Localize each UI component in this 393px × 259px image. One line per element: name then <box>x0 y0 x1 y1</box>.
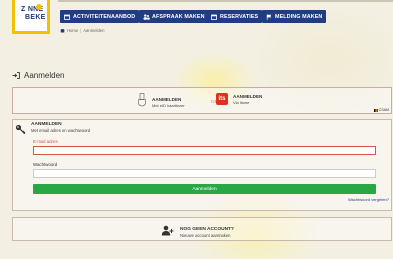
nav-activiteitenaanbod[interactable]: ACTIVITEITENAANBOD <box>60 10 140 23</box>
nav-label: AFSPRAAK MAKEN <box>152 13 205 20</box>
federal-login-panel: AANMELDEN Met eID kaartlezer OF its AANM… <box>12 87 392 114</box>
itsme-subtitle: Via itsme <box>233 99 250 105</box>
register-content: NOG GEEN ACCOUNT? Nieuwe account aanmake… <box>161 223 234 241</box>
page-title: Aanmelden <box>12 71 64 80</box>
header-divider <box>58 0 393 2</box>
eid-subtitle: Met eID kaartlezer <box>152 103 185 108</box>
register-subtitle: Nieuwe account aanmaken <box>180 232 231 238</box>
calendar-icon <box>211 14 217 20</box>
flag-icon <box>266 14 272 20</box>
add-user-icon <box>161 223 174 241</box>
card-reader-icon <box>137 93 147 112</box>
key-icon <box>15 122 26 140</box>
logo-text-line2: BEKE <box>25 14 46 21</box>
breadcrumb-separator: | <box>80 28 82 33</box>
nav-reservaties[interactable]: RESERVATIES <box>207 10 263 23</box>
eid-login-option[interactable]: AANMELDEN Met eID kaartlezer <box>137 93 185 112</box>
itsme-title: AANMELDEN <box>233 93 263 99</box>
itsme-login-option[interactable]: its AANMELDEN Via itsme <box>216 93 262 105</box>
password-field[interactable] <box>33 169 376 178</box>
account-login-subtitle: Met email adres en wachtwoord <box>31 128 91 133</box>
register-panel[interactable]: NOG GEEN ACCOUNT? Nieuwe account aanmake… <box>12 217 392 241</box>
language-selector[interactable]: CSAM <box>373 108 389 112</box>
logo[interactable]: Z NNE BEKE <box>12 0 50 34</box>
language-label: CSAM <box>378 108 389 112</box>
breadcrumb-home[interactable]: Home <box>67 28 78 33</box>
nav-afspraak-maken[interactable]: AFSPRAAK MAKEN <box>139 10 209 23</box>
email-label: E-mail adres <box>33 139 58 144</box>
email-field[interactable] <box>33 146 376 155</box>
account-login-title: AANMELDEN <box>31 122 62 127</box>
flag-icon <box>373 108 378 112</box>
sign-in-icon <box>12 72 20 79</box>
header: Z NNE BEKE ACTIVITEITENAANBOD AFSPRAAK M… <box>0 0 393 40</box>
login-button[interactable]: Aanmelden <box>33 184 376 194</box>
nav-label: ACTIVITEITENAANBOD <box>73 13 136 20</box>
account-login-panel: AANMELDEN Met email adres en wachtwoord … <box>12 119 392 211</box>
breadcrumb: Home | Aanmelden <box>60 26 104 35</box>
nav-label: RESERVATIES <box>220 13 259 20</box>
account-login-header: AANMELDEN Met email adres en wachtwoord <box>15 122 90 140</box>
nav-label: MELDING MAKEN <box>275 13 323 20</box>
sun-icon <box>36 4 42 10</box>
nav-melding-maken[interactable]: MELDING MAKEN <box>262 10 327 23</box>
calendar-icon <box>64 14 70 20</box>
users-icon <box>143 13 150 20</box>
password-label: Wachtwoord <box>33 162 58 167</box>
itsme-icon: its <box>216 93 228 105</box>
register-title: NOG GEEN ACCOUNT? <box>180 226 234 232</box>
page-title-text: Aanmelden <box>24 71 65 80</box>
breadcrumb-current: Aanmelden <box>83 28 105 33</box>
eid-title: AANMELDEN <box>152 97 182 102</box>
forgot-password-link[interactable]: Wachtwoord vergeten? <box>348 197 389 202</box>
home-icon <box>60 28 65 33</box>
